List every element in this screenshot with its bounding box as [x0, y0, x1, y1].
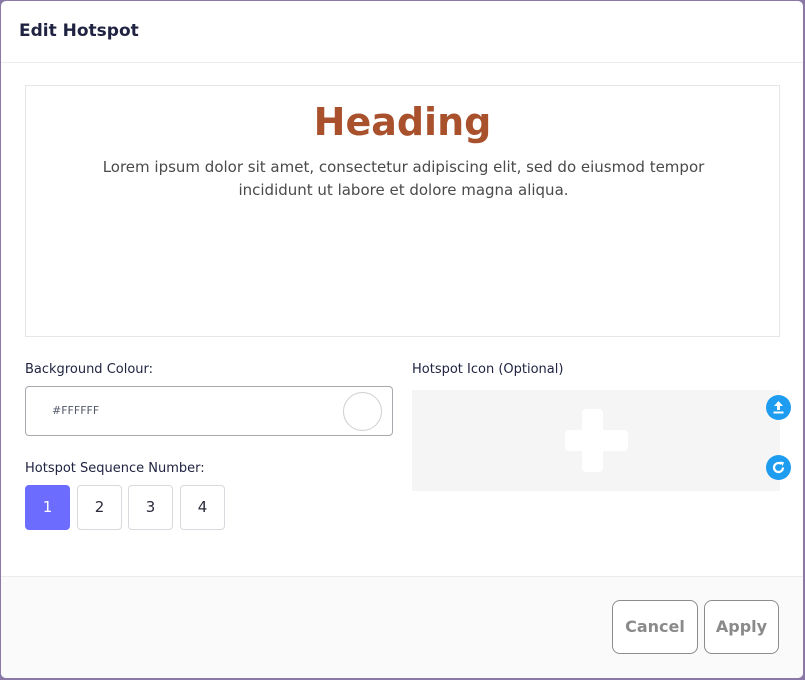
preview-body-text: Lorem ipsum dolor sit amet, consectetur …: [102, 158, 705, 199]
modal-footer: Cancel Apply: [1, 576, 803, 678]
hotspot-preview: Heading Lorem ipsum dolor sit amet, cons…: [25, 85, 780, 337]
cancel-button[interactable]: Cancel: [612, 600, 698, 654]
modal-header: Edit Hotspot: [1, 1, 803, 63]
background-colour-value[interactable]: #FFFFFF: [52, 404, 99, 417]
reset-icon-button[interactable]: [766, 455, 791, 480]
upload-icon-button[interactable]: [766, 395, 791, 420]
modal-title: Edit Hotspot: [19, 21, 139, 41]
sequence-number-label: Hotspot Sequence Number:: [25, 461, 205, 476]
apply-button[interactable]: Apply: [704, 600, 779, 654]
colour-swatch[interactable]: [343, 392, 382, 431]
sequence-button-2[interactable]: 2: [77, 485, 122, 530]
background-colour-field[interactable]: #FFFFFF: [25, 386, 393, 436]
sequence-button-4[interactable]: 4: [180, 485, 225, 530]
refresh-icon: [772, 461, 785, 474]
edit-hotspot-modal: Edit Hotspot Heading Lorem ipsum dolor s…: [1, 1, 803, 678]
background-colour-label: Background Colour:: [25, 362, 154, 377]
plus-icon: [565, 430, 628, 451]
sequence-button-3[interactable]: 3: [128, 485, 173, 530]
preview-heading: Heading: [313, 100, 492, 144]
hotspot-icon-dropzone[interactable]: [412, 390, 780, 491]
hotspot-icon-label: Hotspot Icon (Optional): [412, 362, 564, 377]
sequence-button-1[interactable]: 1: [25, 485, 70, 530]
upload-icon: [773, 401, 784, 414]
